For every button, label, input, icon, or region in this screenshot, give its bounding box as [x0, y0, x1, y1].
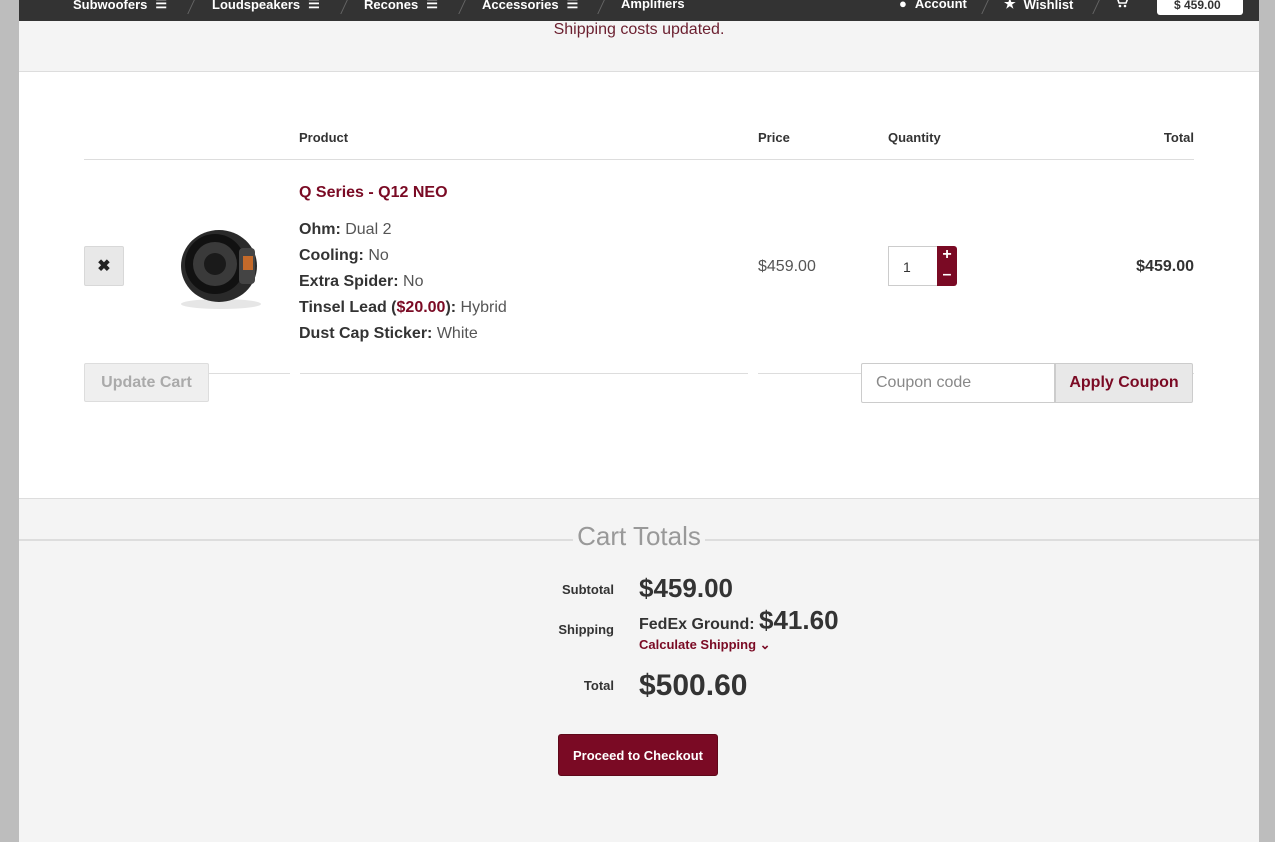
cart-icon-svg	[1117, 0, 1128, 8]
cart-page: Shipping costs updated. Product Price Qu…	[19, 21, 1259, 842]
plus-icon: +	[942, 246, 952, 263]
top-nav: Subwoofers ☰ Loudspeakers ☰ Recones ☰ Ac…	[19, 0, 1259, 21]
attr-key: Ohm:	[299, 221, 341, 238]
user-icon: ●	[899, 0, 907, 11]
hamburger-icon: ☰	[155, 0, 168, 11]
cart-table-panel: Product Price Quantity Total ✖ Q Series …	[19, 72, 1259, 499]
nav-divider	[458, 0, 467, 14]
header-divider	[84, 159, 1194, 160]
chevron-down-icon: ⌄	[759, 637, 771, 652]
attr-value: No	[363, 247, 389, 264]
minus-icon: –	[942, 266, 952, 283]
header-quantity: Quantity	[888, 130, 941, 145]
attr-key: Tinsel Lead (	[299, 299, 397, 316]
nav-label: Wishlist	[1023, 0, 1074, 12]
attr-value: No	[398, 273, 424, 290]
nav-divider	[981, 0, 990, 14]
attr-key: Cooling:	[299, 247, 364, 264]
nav-amplifiers[interactable]: Amplifiers	[621, 0, 685, 11]
nav-recones[interactable]: Recones ☰	[364, 0, 438, 12]
hamburger-icon: ☰	[426, 0, 438, 11]
nav-divider	[597, 0, 606, 14]
attr-extra-spider: Extra Spider: No	[299, 273, 424, 291]
nav-subwoofers[interactable]: Subwoofers ☰	[73, 0, 167, 12]
subwoofer-product-image	[181, 230, 261, 309]
attr-value: Dual 2	[340, 221, 392, 238]
star-icon: ★	[1004, 0, 1016, 11]
apply-coupon-button[interactable]: Apply Coupon	[1055, 363, 1193, 403]
attr-key: Dust Cap Sticker:	[299, 325, 433, 342]
attr-extra-price: $20.00	[396, 299, 446, 316]
calculate-shipping-label: Calculate Shipping	[639, 637, 757, 652]
nav-accessories[interactable]: Accessories ☰	[482, 0, 578, 12]
attr-ohm: Ohm: Dual 2	[299, 221, 391, 239]
cart-total-badge[interactable]: $ 459.00	[1157, 0, 1243, 15]
nav-label: Loudspeakers	[212, 0, 301, 12]
remove-item-button[interactable]: ✖	[84, 246, 124, 286]
calculate-shipping-link[interactable]: Calculate Shipping ⌄	[639, 637, 771, 653]
cart-totals-heading: Cart Totals	[19, 521, 1259, 552]
shipping-label: Shipping	[558, 622, 614, 637]
hamburger-icon: ☰	[566, 0, 579, 11]
update-cart-button[interactable]: Update Cart	[84, 363, 209, 402]
nav-divider	[340, 0, 349, 14]
item-total: $459.00	[1136, 258, 1194, 275]
quantity-input[interactable]: 1	[888, 246, 937, 286]
shipping-updated-notice: Shipping costs updated.	[553, 21, 725, 38]
nav-wishlist[interactable]: ★ Wishlist	[1004, 0, 1073, 12]
header-total: Total	[1163, 130, 1194, 145]
shipping-amount: $41.60	[759, 605, 839, 635]
shipping-method: FedEx Ground: $41.60	[639, 605, 839, 636]
nav-label: Accessories	[482, 0, 559, 12]
cart-icon[interactable]	[1114, 0, 1128, 8]
total-value: $500.60	[639, 669, 748, 702]
quantity-increase-button[interactable]: +	[937, 246, 957, 266]
row-divider	[758, 373, 878, 374]
nav-label: Subwoofers	[73, 0, 148, 12]
nav-loudspeakers[interactable]: Loudspeakers ☰	[212, 0, 320, 12]
proceed-to-checkout-button[interactable]: Proceed to Checkout	[558, 734, 718, 776]
close-icon: ✖	[97, 258, 111, 275]
shipping-method-name: FedEx Ground:	[639, 616, 759, 633]
attr-value: White	[432, 325, 478, 342]
notice-band: Shipping costs updated.	[19, 21, 1259, 72]
nav-divider	[1092, 0, 1101, 14]
attr-cooling: Cooling: No	[299, 247, 389, 265]
nav-label: Amplifiers	[621, 0, 685, 11]
header-price: Price	[758, 130, 790, 145]
attr-value: Hybrid	[456, 299, 507, 316]
total-label: Total	[583, 678, 614, 693]
attr-key-end: ):	[445, 299, 457, 316]
quantity-decrease-button[interactable]: –	[937, 266, 957, 286]
hamburger-icon: ☰	[308, 0, 320, 11]
product-name-link[interactable]: Q Series - Q12 NEO	[299, 184, 448, 202]
row-divider	[300, 373, 748, 374]
nav-label: Account	[914, 0, 967, 11]
header-product: Product	[299, 130, 349, 145]
coupon-code-input[interactable]: Coupon code	[861, 363, 1055, 403]
attr-dust-cap-sticker: Dust Cap Sticker: White	[299, 325, 478, 343]
cart-totals-title: Cart Totals	[573, 521, 705, 551]
nav-label: Recones	[364, 0, 419, 12]
attr-tinsel-lead: Tinsel Lead ($20.00): Hybrid	[299, 299, 507, 317]
attr-key: Extra Spider:	[299, 273, 399, 290]
nav-divider	[187, 0, 196, 14]
subtotal-value: $459.00	[639, 573, 733, 603]
subtotal-label: Subtotal	[562, 582, 614, 597]
nav-account[interactable]: ● Account	[899, 0, 967, 11]
item-price: $459.00	[758, 258, 816, 275]
